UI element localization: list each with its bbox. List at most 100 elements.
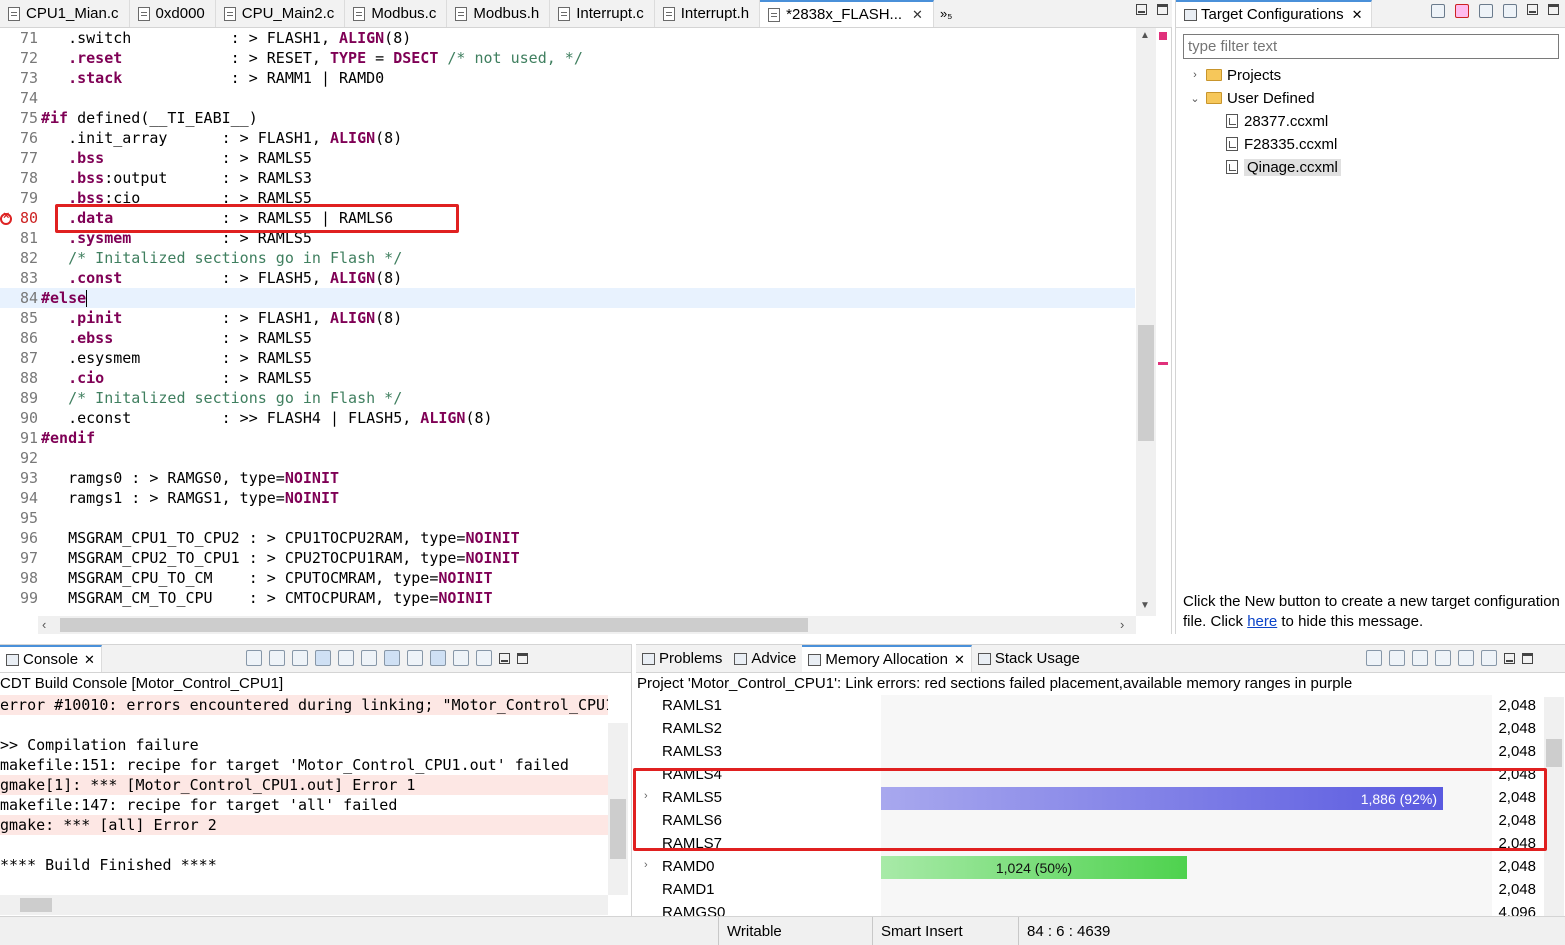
scrollbar-thumb[interactable] — [610, 799, 626, 859]
previous-error-icon[interactable] — [292, 650, 308, 666]
minimize-icon[interactable] — [1504, 653, 1515, 664]
scrollbar-thumb[interactable] — [20, 898, 52, 912]
memory-row[interactable]: › RAMD0 1,024 (50%) 2,048 — [636, 856, 1546, 879]
minimize-icon[interactable] — [1136, 4, 1147, 15]
new-config-icon[interactable] — [1431, 4, 1445, 18]
hide-message-link[interactable]: here — [1247, 613, 1277, 630]
pin-console-icon[interactable] — [430, 650, 446, 666]
scroll-lock-icon[interactable] — [361, 650, 377, 666]
editor-tab[interactable]: *2838x_FLASH... ✕ — [760, 0, 934, 27]
console-line[interactable]: **** Build Finished **** — [0, 855, 608, 875]
chevron-down-icon[interactable]: ⌄ — [1188, 92, 1202, 105]
tree-file[interactable]: 28377.ccxml — [1226, 110, 1328, 132]
display-selected-console-icon[interactable] — [453, 650, 469, 666]
minimize-icon[interactable] — [1527, 4, 1538, 15]
filter-input[interactable] — [1183, 34, 1559, 59]
chevron-right-icon[interactable]: › — [644, 859, 648, 871]
code-line[interactable]: 81 .sysmem : > RAMLS5 — [0, 228, 1135, 248]
code-line[interactable]: 78 .bss:output : > RAMLS3 — [0, 168, 1135, 188]
tab-overflow-button[interactable]: »₅ — [940, 6, 952, 21]
clear-icon[interactable] — [1366, 650, 1382, 666]
error-overview-mark[interactable] — [1159, 32, 1167, 40]
code-line[interactable]: 84 #else — [0, 288, 1135, 308]
code-line[interactable]: 72 .reset : > RESET, TYPE = DSECT /* not… — [0, 48, 1135, 68]
scrollbar-thumb[interactable] — [1546, 739, 1562, 767]
overview-ruler[interactable] — [1156, 28, 1171, 616]
scroll-up-icon[interactable]: ▲ — [1140, 30, 1150, 41]
code-line[interactable]: 76 .init_array : > FLASH1, ALIGN(8) — [0, 128, 1135, 148]
next-error-icon[interactable] — [269, 650, 285, 666]
expand-all-icon[interactable] — [1389, 650, 1405, 666]
code-line[interactable]: 90 .econst : >> FLASH4 | FLASH5, ALIGN(8… — [0, 408, 1135, 428]
delete-icon[interactable] — [1455, 4, 1469, 18]
code-line[interactable]: 71 .switch : > FLASH1, ALIGN(8) — [0, 28, 1135, 48]
code-line[interactable]: 97 MSGRAM_CPU2_TO_CPU1 : > CPU2TOCPU1RAM… — [0, 548, 1135, 568]
console-line[interactable]: >> Compilation failure — [0, 735, 608, 755]
close-icon[interactable]: ✕ — [1352, 7, 1363, 23]
error-marker-icon[interactable] — [0, 210, 12, 225]
code-line[interactable]: 82 /* Initalized sections go in Flash */ — [0, 248, 1135, 268]
code-lines[interactable]: 71 .switch : > FLASH1, ALIGN(8) 72 .reset… — [0, 28, 1135, 616]
clear-console-icon[interactable] — [246, 650, 262, 666]
code-line[interactable]: 88 .cio : > RAMLS5 — [0, 368, 1135, 388]
console-line[interactable]: makefile:151: recipe for target 'Motor_C… — [0, 755, 608, 775]
code-line[interactable]: 98 MSGRAM_CPU_TO_CM : > CPUTOCMRAM, type… — [0, 568, 1135, 588]
console-line[interactable]: error #10010: errors encountered during … — [0, 695, 608, 715]
console-line[interactable]: gmake: *** [all] Error 2 — [0, 815, 608, 835]
collapse-all-icon[interactable] — [1412, 650, 1428, 666]
refresh-icon[interactable] — [1458, 650, 1474, 666]
console-line[interactable] — [0, 715, 608, 735]
memory-row[interactable]: RAMD1 2,048 — [636, 879, 1546, 902]
maximize-icon[interactable] — [1522, 653, 1533, 664]
editor-horizontal-scrollbar[interactable]: ‹ › — [38, 616, 1136, 634]
scroll-right-icon[interactable]: › — [1120, 617, 1124, 632]
code-line[interactable]: 75 #if defined(__TI_EABI__) — [0, 108, 1135, 128]
tree-file[interactable]: Qinage.ccxml — [1226, 156, 1341, 178]
collapse-all-icon[interactable] — [1503, 4, 1517, 18]
tab-advice[interactable]: Advice — [728, 645, 802, 672]
tab-console[interactable]: Console ✕ — [0, 645, 102, 672]
close-icon[interactable]: ✕ — [954, 652, 965, 668]
tab-target-configurations[interactable]: Target Configurations ✕ — [1176, 0, 1372, 27]
scroll-left-icon[interactable]: ‹ — [42, 617, 46, 632]
code-editor[interactable]: 71 .switch : > FLASH1, ALIGN(8) 72 .reset… — [0, 28, 1172, 634]
tree-folder[interactable]: › Projects — [1188, 64, 1281, 86]
code-line[interactable]: 89 /* Initalized sections go in Flash */ — [0, 388, 1135, 408]
copy-build-log-icon[interactable] — [338, 650, 354, 666]
memory-row[interactable]: RAMLS7 2,048 — [636, 833, 1546, 856]
maximize-icon[interactable] — [1548, 4, 1559, 15]
tab-stack-usage[interactable]: Stack Usage — [972, 645, 1086, 672]
code-line[interactable]: 91 #endif — [0, 428, 1135, 448]
close-icon[interactable]: ✕ — [912, 7, 923, 23]
show-console-icon[interactable] — [407, 650, 423, 666]
code-line[interactable]: 86 .ebss : > RAMLS5 — [0, 328, 1135, 348]
open-console-icon[interactable] — [476, 650, 492, 666]
memory-vertical-scrollbar[interactable] — [1544, 697, 1564, 917]
editor-tab[interactable]: Modbus.c — [345, 0, 448, 27]
code-line[interactable]: 80 .data : > RAMLS5 | RAMLS6 — [0, 208, 1135, 228]
editor-tab[interactable]: Modbus.h — [447, 0, 551, 27]
code-line[interactable]: 99 MSGRAM_CM_TO_CPU : > CMTOCPURAM, type… — [0, 588, 1135, 608]
console-vertical-scrollbar[interactable] — [608, 723, 628, 895]
editor-tab[interactable]: CPU_Main2.c — [216, 0, 346, 27]
editor-tab[interactable]: Interrupt.c — [550, 0, 655, 27]
editor-tab[interactable]: 0xd000 — [130, 0, 216, 27]
code-line[interactable]: 93 ramgs0 : > RAMGS0, type=NOINIT — [0, 468, 1135, 488]
maximize-icon[interactable] — [1157, 4, 1168, 15]
code-line[interactable]: 87 .esysmem : > RAMLS5 — [0, 348, 1135, 368]
minimize-icon[interactable] — [499, 653, 510, 664]
link-icon[interactable] — [1479, 4, 1493, 18]
memory-row[interactable]: RAMLS4 2,048 — [636, 764, 1546, 787]
chevron-right-icon[interactable]: › — [1188, 69, 1202, 81]
word-wrap-icon[interactable] — [384, 650, 400, 666]
code-line[interactable]: 73 .stack : > RAMM1 | RAMD0 — [0, 68, 1135, 88]
link-with-editor-icon[interactable] — [315, 650, 331, 666]
code-line[interactable]: 96 MSGRAM_CPU1_TO_CPU2 : > CPU1TOCPU2RAM… — [0, 528, 1135, 548]
memory-row[interactable]: RAMLS3 2,048 — [636, 741, 1546, 764]
code-line[interactable]: 74 — [0, 88, 1135, 108]
maximize-icon[interactable] — [517, 653, 528, 664]
code-line[interactable]: 94 ramgs1 : > RAMGS1, type=NOINIT — [0, 488, 1135, 508]
tree-folder[interactable]: ⌄ User Defined — [1188, 87, 1314, 109]
tab-problems[interactable]: Problems — [636, 645, 728, 672]
close-icon[interactable]: ✕ — [84, 652, 95, 668]
